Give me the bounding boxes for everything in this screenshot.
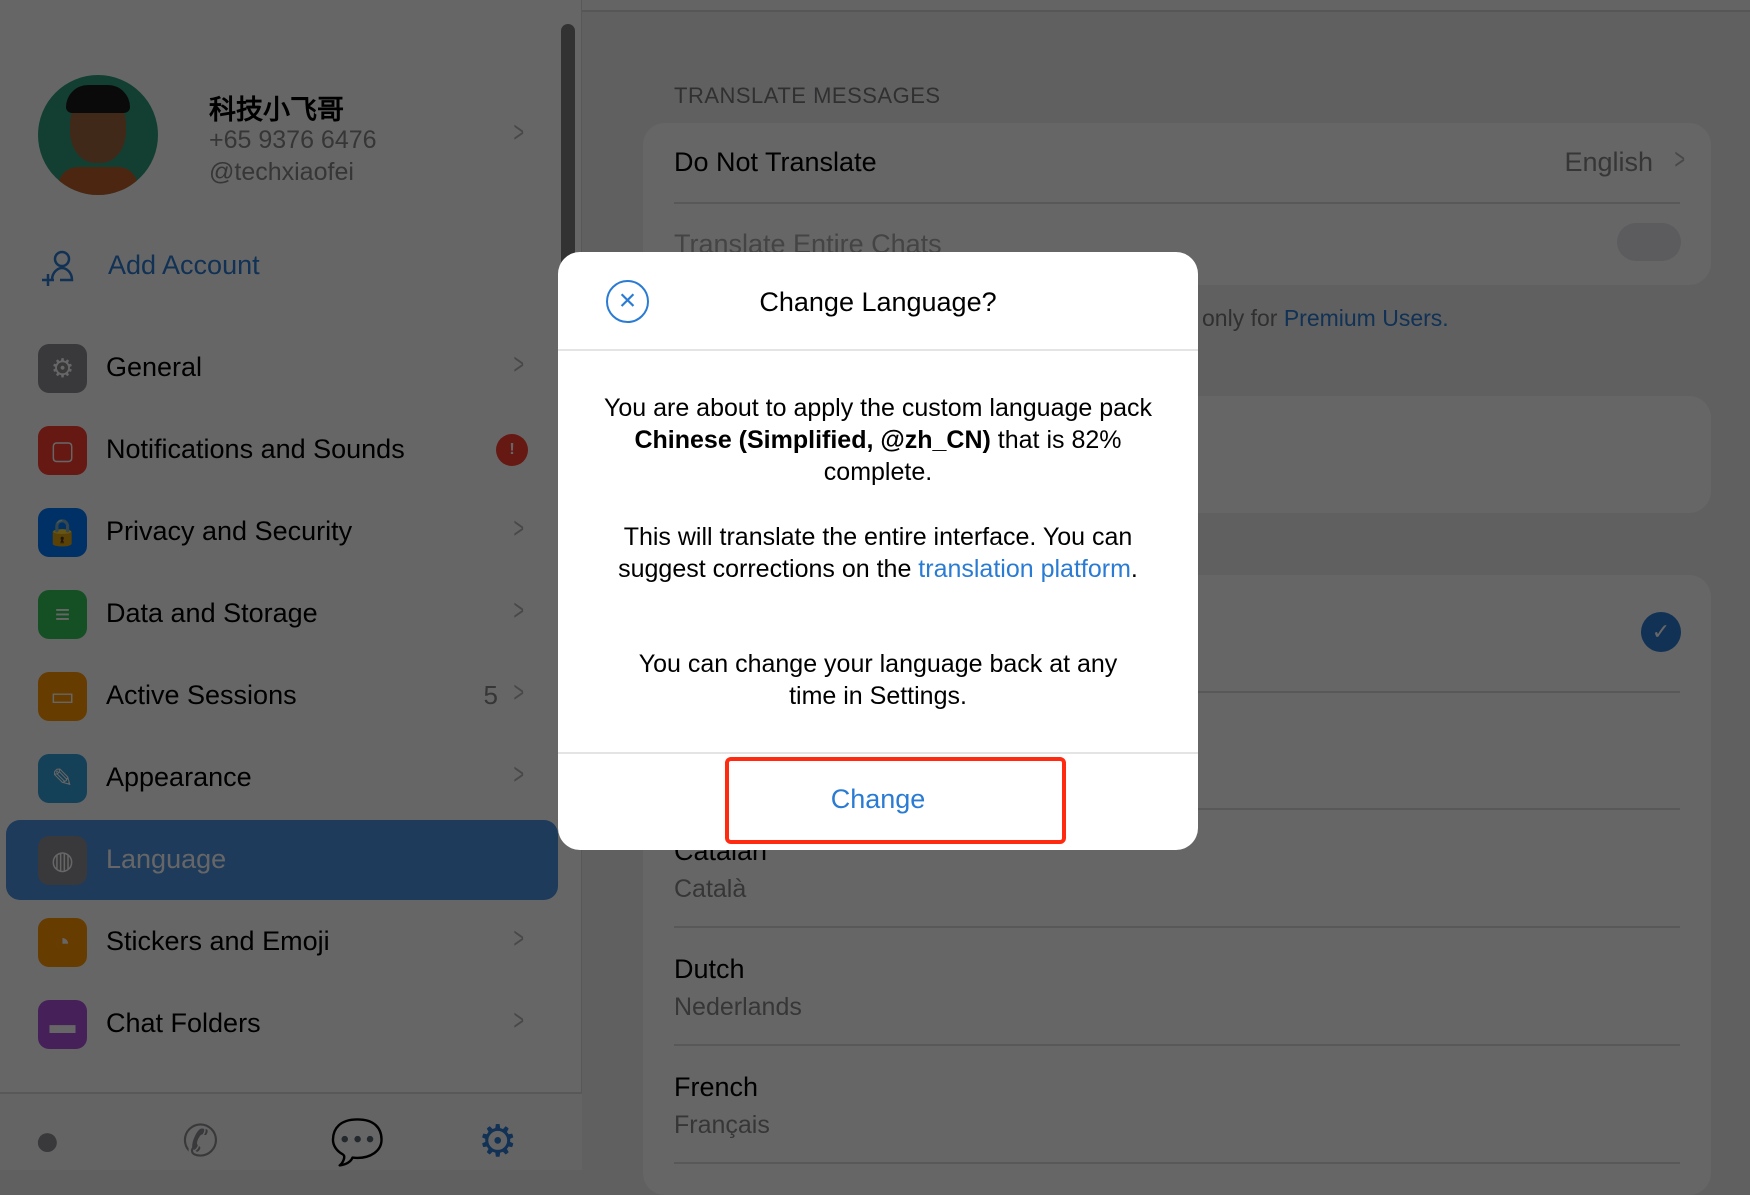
section-header: TRANSLATE MESSAGES — [674, 83, 941, 108]
add-account-icon — [40, 248, 80, 288]
do-not-translate-label[interactable]: Do Not Translate — [674, 147, 877, 178]
notification-icon: ▢ — [38, 426, 87, 475]
sidebar-item-label: Stickers and Emoji — [106, 926, 330, 956]
contacts-icon[interactable]: ● — [34, 1116, 61, 1166]
sidebar-item-language[interactable]: ◍ Language — [6, 820, 558, 900]
translate-chats-toggle[interactable] — [1617, 223, 1681, 261]
sidebar-item-stickers-and-emoji[interactable]: ◔ Stickers and Emoji > — [6, 902, 558, 982]
sidebar-item-active-sessions[interactable]: ▭ Active Sessions 5 > — [6, 656, 558, 736]
language-name: Dutch — [674, 954, 745, 984]
sidebar-item-appearance[interactable]: ✎ Appearance > — [6, 738, 558, 818]
lock-icon: 🔒 — [38, 508, 87, 557]
sidebar-item-chat-folders[interactable]: ▬ Chat Folders > — [6, 984, 558, 1064]
checkmark-icon: ✓ — [1641, 612, 1681, 652]
laptop-icon: ▭ — [38, 672, 87, 721]
language-native-name: Français — [674, 1111, 770, 1139]
chevron-right-icon: > — [513, 676, 525, 709]
text: . — [1130, 555, 1138, 583]
language-native-name: Català — [674, 875, 747, 903]
avatar[interactable] — [38, 75, 158, 195]
sidebar-item-label: Active Sessions — [106, 680, 297, 710]
chevron-right-icon: > — [513, 1004, 525, 1037]
chevron-right-icon: > — [513, 594, 525, 627]
folder-icon: ▬ — [38, 1000, 87, 1049]
language-name: French — [674, 1072, 759, 1102]
chevron-right-icon: > — [513, 758, 525, 791]
dialog-paragraph-1: You are about to apply the custom langua… — [588, 392, 1168, 488]
do-not-translate-value[interactable]: English — [1564, 147, 1653, 178]
sidebar-item-label: Appearance — [106, 762, 252, 792]
session-count: 5 — [483, 680, 498, 710]
profile-username: @techxiaofei — [209, 158, 354, 186]
sidebar-item-label: General — [106, 352, 203, 382]
sidebar-item-label: Data and Storage — [106, 598, 318, 628]
sidebar-item-data-and-storage[interactable]: ≡ Data and Storage > — [6, 574, 558, 654]
chevron-right-icon[interactable]: > — [514, 116, 525, 150]
divider — [558, 752, 1198, 754]
settings-icon[interactable]: ⚙ — [478, 1116, 517, 1167]
premium-note: only for Premium Users. — [1202, 305, 1449, 332]
highlight-box — [725, 757, 1066, 844]
divider — [558, 349, 1198, 351]
gear-icon: ⚙ — [38, 344, 87, 393]
chevron-right-icon: > — [513, 348, 525, 381]
language-native-name: Nederlands — [674, 993, 802, 1021]
calls-icon[interactable]: ✆ — [182, 1116, 219, 1167]
divider — [674, 1044, 1680, 1046]
chevron-right-icon: > — [1674, 143, 1686, 176]
alert-badge: ! — [496, 434, 528, 466]
chats-icon[interactable]: 💬 — [330, 1116, 385, 1168]
sidebar-item-privacy-and-security[interactable]: 🔒 Privacy and Security > — [6, 492, 558, 572]
sidebar-item-label: Notifications and Sounds — [106, 434, 405, 464]
sidebar-item-general[interactable]: ⚙ General > — [6, 328, 558, 408]
brush-icon: ✎ — [38, 754, 87, 803]
text: You are about to apply the custom langua… — [603, 394, 1153, 422]
divider — [674, 926, 1680, 928]
dialog-title: Change Language? — [759, 287, 997, 317]
profile-name: 科技小飞哥 — [209, 95, 344, 125]
language-pack-name: Chinese (Simplified, @zh_CN) — [634, 426, 991, 454]
chevron-right-icon: > — [513, 512, 525, 545]
sidebar-item-label: Language — [106, 844, 227, 874]
dialog-paragraph-3: You can change your language back at any… — [638, 650, 1118, 710]
add-account-button[interactable]: Add Account — [108, 250, 260, 281]
divider — [674, 202, 1680, 204]
sidebar-item-label: Chat Folders — [106, 1008, 261, 1038]
sidebar-item-notifications-and-sounds[interactable]: ▢ Notifications and Sounds! — [6, 410, 558, 490]
database-icon: ≡ — [38, 590, 87, 639]
settings-sidebar: 科技小飞哥 +65 9376 6476 @techxiaofei > Add A… — [0, 0, 582, 1170]
premium-users-link[interactable]: Premium Users. — [1284, 305, 1449, 331]
premium-note-text: only for — [1202, 305, 1284, 331]
sticker-icon: ◔ — [38, 918, 87, 967]
dialog-paragraph-2: This will translate the entire interface… — [588, 521, 1168, 585]
sidebar-item-label: Privacy and Security — [106, 516, 353, 546]
tab-bar: ● ✆ 💬 ⚙ — [0, 1092, 582, 1170]
divider — [674, 1162, 1680, 1164]
profile-phone: +65 9376 6476 — [209, 126, 377, 154]
translation-platform-link[interactable]: translation platform — [918, 555, 1131, 583]
chevron-right-icon: > — [513, 922, 525, 955]
globe-icon: ◍ — [38, 836, 87, 885]
